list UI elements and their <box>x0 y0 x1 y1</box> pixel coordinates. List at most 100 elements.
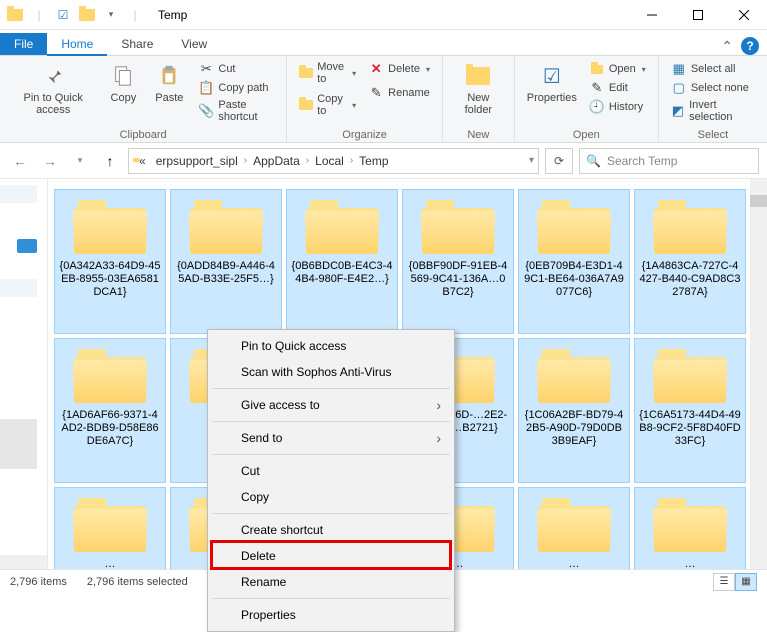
ribbon-group-organize: Move to▾ Copy to▾ ✕Delete▾ ✎Rename Organ… <box>287 56 443 142</box>
ctx-copy[interactable]: Copy <box>211 484 451 510</box>
chevron-right-icon[interactable]: › <box>244 155 247 166</box>
folder-icon <box>74 347 146 403</box>
tab-share[interactable]: Share <box>107 33 167 55</box>
folder-icon <box>6 6 24 24</box>
folder-icon <box>190 198 262 254</box>
ctx-create-shortcut[interactable]: Create shortcut <box>211 517 451 543</box>
paste-icon <box>155 62 183 90</box>
back-button[interactable]: ← <box>8 149 32 173</box>
copy-label: Copy <box>111 92 137 104</box>
edit-icon: ✎ <box>589 80 605 96</box>
folder-copy-icon <box>299 97 313 113</box>
folder-item[interactable]: {1AD6AF66-9371-4AD2-BDB9-D58E86DE6A7C} <box>54 338 166 483</box>
rename-button[interactable]: ✎Rename <box>364 84 434 102</box>
details-view-button[interactable]: ☰ <box>713 573 735 591</box>
ctx-separator <box>212 421 450 422</box>
new-folder-button[interactable]: New folder <box>451 60 506 118</box>
folder-icon <box>654 198 726 254</box>
forward-button[interactable]: → <box>38 149 62 173</box>
icons-view-button[interactable]: ▦ <box>735 573 757 591</box>
pin-quick-access-button[interactable]: Pin to Quick access <box>8 60 98 118</box>
delete-button[interactable]: ✕Delete▾ <box>364 60 434 78</box>
invert-selection-button[interactable]: ◩Invert selection <box>667 98 759 124</box>
recent-dropdown[interactable]: ▾ <box>68 149 92 173</box>
up-button[interactable]: ↑ <box>98 149 122 173</box>
maximize-button[interactable] <box>675 0 721 30</box>
refresh-button[interactable]: ⟳ <box>545 148 573 174</box>
copy-to-button[interactable]: Copy to▾ <box>295 92 360 118</box>
folder-icon <box>654 496 726 552</box>
ctx-rename[interactable]: Rename <box>211 569 451 595</box>
ctx-properties[interactable]: Properties <box>211 602 451 628</box>
ribbon-collapse-icon[interactable]: ⌃ <box>721 38 733 55</box>
ctx-delete[interactable]: Delete <box>211 543 451 569</box>
folder-move-icon <box>299 65 313 81</box>
breadcrumb-seg[interactable]: erpsupport_sipl <box>152 152 242 170</box>
address-dropdown-icon[interactable]: ▾ <box>529 155 534 166</box>
folder-item[interactable]: {0ADD84B9-A446-45AD-B33E-25F5…} <box>170 189 282 334</box>
folder-item[interactable]: {1A4863CA-727C-4427-B440-C9AD8C32787A} <box>634 189 746 334</box>
ctx-cut[interactable]: Cut <box>211 458 451 484</box>
folder-item[interactable]: {0A342A33-64D9-45EB-8955-03EA6581DCA1} <box>54 189 166 334</box>
chevron-down-icon: ▾ <box>352 101 356 110</box>
ctx-give-access[interactable]: Give access to <box>211 392 451 418</box>
scroll-thumb[interactable] <box>750 195 767 207</box>
folder-name: … <box>685 558 696 569</box>
move-to-button[interactable]: Move to▾ <box>295 60 360 86</box>
search-box[interactable]: 🔍 Search Temp <box>579 148 759 174</box>
folder-name: {0A342A33-64D9-45EB-8955-03EA6581DCA1} <box>59 260 161 300</box>
folder-icon <box>78 6 96 24</box>
qat-dropdown-icon[interactable]: ▾ <box>102 6 120 24</box>
paste-button[interactable]: Paste <box>148 60 190 106</box>
cut-button[interactable]: ✂Cut <box>194 60 278 78</box>
ctx-pin-quick-access[interactable]: Pin to Quick access <box>211 333 451 359</box>
tab-file[interactable]: File <box>0 33 47 55</box>
chevron-right-icon[interactable]: › <box>350 155 353 166</box>
minimize-button[interactable] <box>629 0 675 30</box>
scissors-icon: ✂ <box>198 61 214 77</box>
select-none-button[interactable]: ▢Select none <box>667 79 759 97</box>
tab-view[interactable]: View <box>167 33 221 55</box>
window-controls <box>629 0 767 30</box>
help-icon[interactable]: ? <box>741 37 759 55</box>
folder-item[interactable]: {0B6BDC0B-E4C3-44B4-980F-E4E2…} <box>286 189 398 334</box>
select-all-icon: ▦ <box>671 61 687 77</box>
edit-button[interactable]: ✎Edit <box>585 79 650 97</box>
folder-item[interactable]: {0EB709B4-E3D1-49C1-BE64-036A7A9077C6} <box>518 189 630 334</box>
history-icon: 🕘 <box>589 99 605 115</box>
folder-item[interactable]: … <box>634 487 746 569</box>
close-button[interactable] <box>721 0 767 30</box>
navigation-pane-slice[interactable] <box>0 179 48 569</box>
folder-icon <box>654 347 726 403</box>
qat-separator: | <box>126 6 144 24</box>
properties-button[interactable]: ☑ Properties <box>523 60 581 106</box>
properties-qat-icon[interactable]: ☑ <box>54 6 72 24</box>
folder-icon <box>538 198 610 254</box>
properties-icon: ☑ <box>538 62 566 90</box>
ctx-send-to[interactable]: Send to <box>211 425 451 451</box>
open-button[interactable]: Open▾ <box>585 60 650 78</box>
ctx-scan-antivirus[interactable]: Scan with Sophos Anti-Virus <box>211 359 451 385</box>
breadcrumb-seg[interactable]: Temp <box>355 152 392 170</box>
vertical-scrollbar[interactable] <box>750 179 767 569</box>
folder-icon <box>422 198 494 254</box>
folder-item[interactable]: {1C6A5173-44D4-49B8-9CF2-5F8D40FD33FC} <box>634 338 746 483</box>
folder-item[interactable]: {1C06A2BF-BD79-42B5-A90D-79D0DB3B9EAF} <box>518 338 630 483</box>
folder-item[interactable]: … <box>54 487 166 569</box>
breadcrumb-seg[interactable]: Local <box>311 152 348 170</box>
folder-item[interactable]: {0BBF90DF-91EB-4569-9C41-136A…0B7C2} <box>402 189 514 334</box>
address-bar[interactable]: « erpsupport_sipl › AppData › Local › Te… <box>128 148 539 174</box>
chevron-right-icon[interactable]: › <box>306 155 309 166</box>
paste-shortcut-button[interactable]: 📎Paste shortcut <box>194 98 278 124</box>
horizontal-scrollbar[interactable] <box>0 555 47 569</box>
breadcrumb-seg[interactable]: AppData <box>249 152 304 170</box>
folder-item[interactable]: … <box>518 487 630 569</box>
tab-home[interactable]: Home <box>47 33 107 55</box>
ctx-separator <box>212 598 450 599</box>
history-button[interactable]: 🕘History <box>585 98 650 116</box>
copy-button[interactable]: Copy <box>102 60 144 106</box>
copy-path-button[interactable]: 📋Copy path <box>194 79 278 97</box>
quick-access-toolbar: | ☑ ▾ | <box>0 6 150 24</box>
title-bar: | ☑ ▾ | Temp <box>0 0 767 30</box>
select-all-button[interactable]: ▦Select all <box>667 60 759 78</box>
